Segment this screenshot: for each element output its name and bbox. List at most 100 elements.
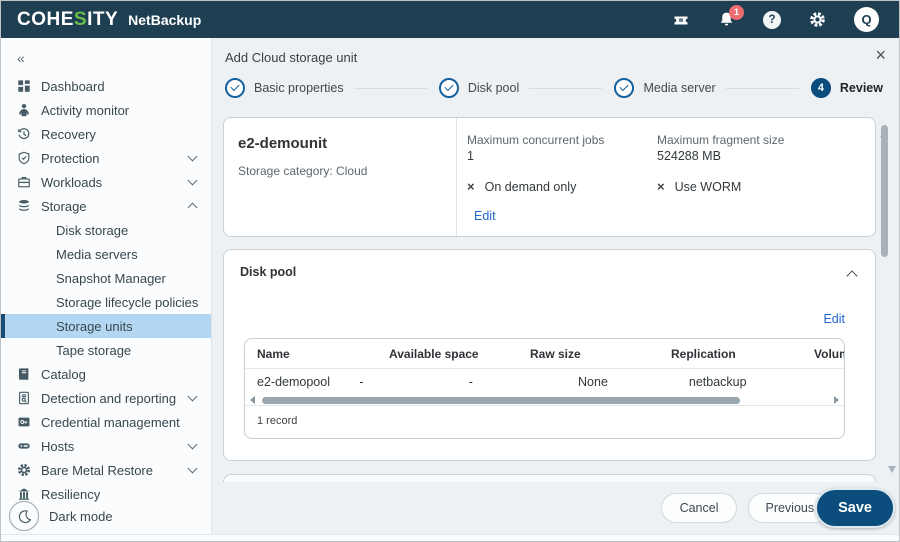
vertical-scrollbar[interactable] xyxy=(880,113,889,473)
x-mark-icon: × xyxy=(657,179,665,194)
notification-badge: 1 xyxy=(729,5,744,20)
sidebar-collapse-button[interactable]: « xyxy=(1,38,211,74)
wizard-title: Add Cloud storage unit xyxy=(225,50,357,65)
sidebar-item-label: Tape storage xyxy=(56,343,131,358)
sidebar-item-label: Detection and reporting xyxy=(41,391,176,406)
use-worm-label: Use WORM xyxy=(675,180,742,194)
disk-pool-table: Name Available space Raw size Replicatio… xyxy=(244,338,845,439)
sidebar-item-storage[interactable]: Storage xyxy=(1,194,211,218)
wizard-stepper: Basic properties Disk pool Media server … xyxy=(213,69,899,107)
column-header-available-space: Available space xyxy=(389,347,530,361)
max-concurrent-jobs: Maximum concurrent jobs 1 xyxy=(467,133,657,163)
column-header-name: Name xyxy=(257,347,389,361)
sidebar-item-bare-metal-restore[interactable]: Bare Metal Restore xyxy=(1,458,211,482)
step-basic-properties[interactable]: Basic properties xyxy=(225,78,354,98)
topbar-icons: 1 ? Q xyxy=(672,7,879,32)
table-row[interactable]: e2-demopool - - None netbackup xyxy=(245,369,844,395)
record-count: 1 record xyxy=(245,406,844,427)
sidebar-item-label: Storage lifecycle policies xyxy=(56,295,198,310)
close-icon[interactable]: × xyxy=(875,46,886,64)
app-window: COHESITY NetBackup 1 ? Q « xyxy=(0,0,900,542)
next-section-card-partial xyxy=(223,474,876,482)
help-icon[interactable]: ? xyxy=(763,11,781,29)
chevron-down-icon xyxy=(188,392,198,402)
sidebar-item-tape-storage[interactable]: Tape storage xyxy=(1,338,211,362)
sidebar-item-protection[interactable]: Protection xyxy=(1,146,211,170)
sidebar-item-label: Storage xyxy=(41,199,87,214)
notifications-icon[interactable]: 1 xyxy=(718,11,735,28)
sidebar-item-workloads[interactable]: Workloads xyxy=(1,170,211,194)
step-media-server[interactable]: Media server xyxy=(614,78,725,98)
max-fragment-size: Maximum fragment size 524288 MB xyxy=(657,133,847,163)
vertical-scroll-thumb[interactable] xyxy=(881,125,888,257)
save-button[interactable]: Save xyxy=(815,488,895,528)
sidebar-item-recovery[interactable]: Recovery xyxy=(1,122,211,146)
step-label: Media server xyxy=(643,81,715,95)
horizontal-scroll-thumb[interactable] xyxy=(262,397,740,404)
logo-green-letter: S xyxy=(74,9,87,31)
sidebar-item-label: Hosts xyxy=(41,439,74,454)
hosts-icon xyxy=(16,438,32,454)
account-avatar[interactable]: Q xyxy=(854,7,879,32)
cell-replication: None xyxy=(578,375,689,389)
workloads-icon xyxy=(16,174,32,190)
sidebar-item-dashboard[interactable]: Dashboard xyxy=(1,74,211,98)
sidebar-item-label: Workloads xyxy=(41,175,102,190)
step-check-icon xyxy=(439,78,459,98)
step-number-badge: 4 xyxy=(811,78,831,98)
sidebar-item-snapshot-manager[interactable]: Snapshot Manager xyxy=(1,266,211,290)
column-header-replication: Replication xyxy=(671,347,814,361)
cell-available-space: - xyxy=(359,375,468,389)
sidebar-item-detection-and-reporting[interactable]: Detection and reporting xyxy=(1,386,211,410)
sidebar-item-storage-lifecycle-policies[interactable]: Storage lifecycle policies xyxy=(1,290,211,314)
step-check-icon xyxy=(614,78,634,98)
sidebar-item-label: Activity monitor xyxy=(41,103,129,118)
settings-icon[interactable] xyxy=(809,11,826,28)
sidebar-item-storage-units[interactable]: Storage units xyxy=(1,314,211,338)
edit-basic-properties-link[interactable]: Edit xyxy=(474,209,496,223)
unit-settings-summary: Maximum concurrent jobs 1 Maximum fragme… xyxy=(457,118,875,236)
column-header-volumes: Volumes xyxy=(814,347,844,361)
sidebar-nav: Dashboard Activity monitor Recovery Prot… xyxy=(1,74,211,506)
horizontal-scroll-track[interactable] xyxy=(260,397,829,404)
sidebar-item-hosts[interactable]: Hosts xyxy=(1,434,211,458)
sidebar-item-credential-management[interactable]: Credential management xyxy=(1,410,211,434)
step-connector xyxy=(354,88,427,89)
cell-raw-size: - xyxy=(469,375,578,389)
scroll-left-icon[interactable] xyxy=(250,396,255,404)
detection-reporting-icon xyxy=(16,390,32,406)
wizard-header: Add Cloud storage unit × xyxy=(213,38,899,69)
sidebar-item-label: Media servers xyxy=(56,247,138,262)
on-demand-only-label: On demand only xyxy=(485,180,577,194)
max-concurrent-jobs-value: 1 xyxy=(467,149,657,163)
sidebar-item-label: Recovery xyxy=(41,127,96,142)
step-disk-pool[interactable]: Disk pool xyxy=(439,78,529,98)
sidebar-item-label: Bare Metal Restore xyxy=(41,463,153,478)
credential-management-icon xyxy=(16,414,32,430)
scroll-down-icon[interactable] xyxy=(888,466,896,473)
chevron-down-icon xyxy=(188,152,198,162)
sidebar-item-label: Credential management xyxy=(41,415,180,430)
step-connector xyxy=(726,88,799,89)
license-icon[interactable] xyxy=(672,12,690,28)
edit-disk-pool-link[interactable]: Edit xyxy=(823,312,845,326)
chevron-up-icon xyxy=(188,203,198,213)
sidebar-item-activity-monitor[interactable]: Activity monitor xyxy=(1,98,211,122)
step-review[interactable]: 4 Review xyxy=(811,78,883,98)
cancel-button[interactable]: Cancel xyxy=(661,493,738,523)
cell-name: e2-demopool xyxy=(257,375,359,389)
step-check-icon xyxy=(225,78,245,98)
sidebar-item-catalog[interactable]: Catalog xyxy=(1,362,211,386)
sidebar-item-label: Storage units xyxy=(56,319,133,334)
top-bar: COHESITY NetBackup 1 ? Q xyxy=(1,1,899,38)
scroll-right-icon[interactable] xyxy=(834,396,839,404)
window-bottom-strip xyxy=(1,534,899,541)
unit-summary: e2-demounit Storage category: Cloud xyxy=(224,118,457,236)
basic-properties-summary-card: e2-demounit Storage category: Cloud Maxi… xyxy=(223,117,876,237)
sidebar-item-disk-storage[interactable]: Disk storage xyxy=(1,218,211,242)
cohesity-logo: COHESITY xyxy=(17,9,118,31)
horizontal-scrollbar[interactable] xyxy=(245,395,844,406)
dark-mode-toggle[interactable]: Dark mode xyxy=(9,501,113,531)
help-glyph: ? xyxy=(768,14,775,26)
sidebar-item-media-servers[interactable]: Media servers xyxy=(1,242,211,266)
